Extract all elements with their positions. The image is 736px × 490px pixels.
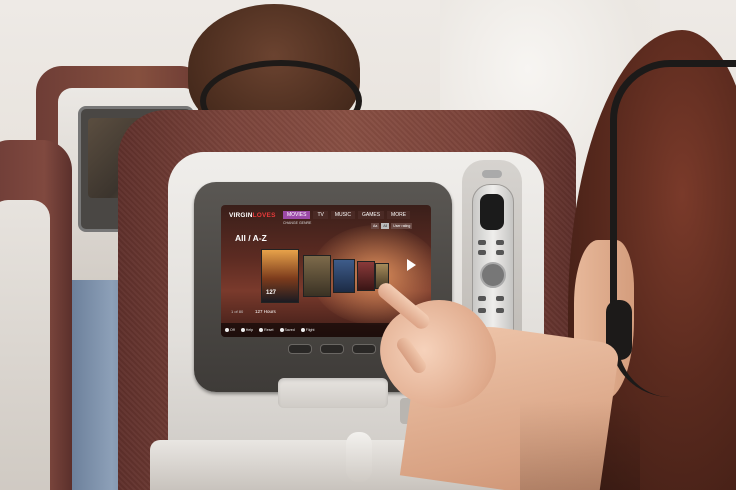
tab-movies[interactable]: MOVIES — [283, 211, 311, 219]
movie-poster[interactable] — [333, 259, 355, 293]
remote-button[interactable] — [478, 240, 486, 245]
plane-icon — [300, 328, 305, 332]
brand-logo: VIRGINLOVES — [229, 212, 276, 219]
bezel-button-center[interactable] — [320, 344, 344, 354]
movie-poster[interactable] — [357, 261, 375, 291]
remote-button[interactable] — [496, 308, 504, 313]
tray-latch[interactable] — [346, 432, 372, 482]
poster-title: 127 — [266, 290, 277, 296]
movie-poster-featured[interactable]: 127 — [261, 249, 299, 303]
help-icon — [240, 328, 245, 332]
remote-button[interactable] — [478, 296, 486, 301]
sort-controls: Aa All User rating — [371, 223, 413, 229]
remote-screen — [480, 194, 504, 230]
sort-aa-button[interactable]: Aa — [371, 223, 380, 229]
flight-button[interactable]: Flight — [300, 328, 315, 332]
sort-all-button[interactable]: All — [381, 223, 390, 229]
remote-button[interactable] — [496, 296, 504, 301]
change-genre-link[interactable]: CHANGE GENRE — [283, 221, 311, 225]
seat-pocket-handle[interactable] — [278, 378, 388, 408]
cabin-scene: VIRGINLOVES MOVIES TV MUSIC GAMES MORE C… — [0, 0, 736, 490]
tab-music[interactable]: MUSIC — [330, 211, 355, 219]
power-icon — [225, 328, 229, 332]
remote-release-button[interactable] — [482, 170, 502, 178]
remote-button[interactable] — [496, 250, 504, 255]
next-arrow-icon[interactable] — [407, 259, 416, 271]
page-count: 1 of 80 — [231, 309, 244, 314]
bezel-buttons — [288, 344, 376, 354]
star-icon — [279, 328, 284, 332]
tab-more[interactable]: MORE — [387, 211, 411, 219]
help-button[interactable]: Help — [240, 328, 253, 332]
tab-games[interactable]: GAMES — [357, 211, 385, 219]
remote-button[interactable] — [478, 308, 486, 313]
remote-button[interactable] — [478, 250, 486, 255]
bezel-button-right[interactable] — [352, 344, 376, 354]
menu-tabs: MOVIES TV MUSIC GAMES MORE — [283, 211, 411, 219]
movie-title-label: 127 Hours — [255, 309, 276, 314]
reset-icon — [259, 328, 264, 332]
tab-tv[interactable]: TV — [313, 211, 328, 219]
off-button[interactable]: Off — [225, 328, 235, 332]
reset-button[interactable]: Reset — [259, 328, 274, 332]
remote-dpad[interactable] — [480, 262, 506, 288]
saved-button[interactable]: Saved — [279, 328, 295, 332]
movie-poster[interactable] — [303, 255, 331, 297]
section-title: All / A-Z — [235, 233, 267, 243]
left-seat-shell — [0, 200, 50, 490]
shadow — [520, 400, 640, 490]
sort-rating-button[interactable]: User rating — [391, 223, 413, 229]
remote-button[interactable] — [496, 240, 504, 245]
bezel-button-left[interactable] — [288, 344, 312, 354]
